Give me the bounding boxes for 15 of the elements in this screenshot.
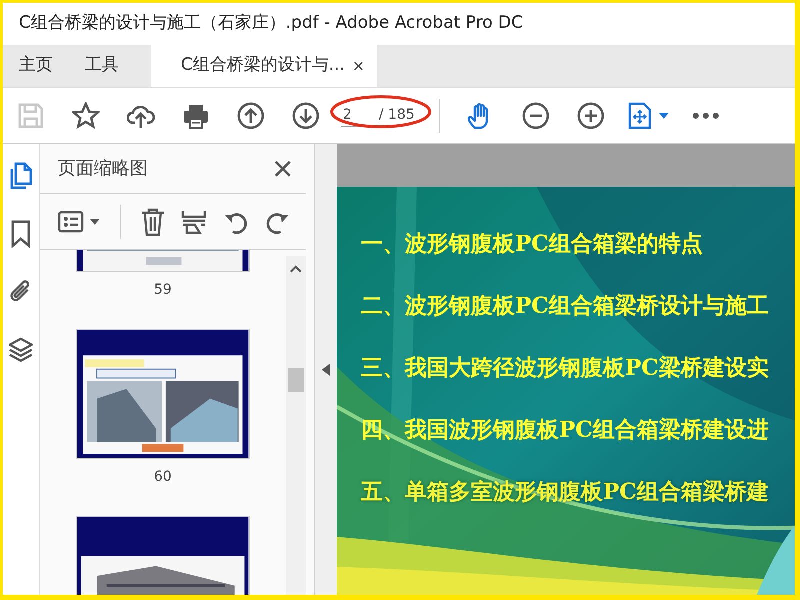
slide-heading: 四、我国波形钢腹板PC组合箱梁桥建设进 (361, 419, 770, 441)
page-count: / 185 (379, 106, 415, 125)
page-number: 59 (154, 281, 172, 300)
page-number-field[interactable]: 2 (341, 104, 371, 126)
tab[interactable]: 工具 (69, 45, 135, 87)
tab[interactable]: 主页 (3, 45, 69, 87)
slide-heading: 五、单箱多室波形钢腹板PC组合箱梁桥建 (361, 481, 770, 503)
tab[interactable]: C组合桥梁的设计与... × (151, 45, 377, 87)
page-number: 60 (154, 468, 172, 487)
panel-title: 页面缩略图 (58, 157, 148, 181)
slide-heading: 三、我国大跨径波形钢腹板PC梁桥建设实 (361, 357, 770, 379)
slide-heading: 一、波形钢腹板PC组合箱梁的特点 (361, 233, 704, 255)
close-tab-button[interactable]: × (352, 54, 365, 78)
window-title: C组合桥梁的设计与施工（石家庄）.pdf - Adobe Acrobat Pro DC (19, 12, 524, 36)
slide-heading: 二、波形钢腹板PC组合箱梁桥设计与施工 (361, 295, 770, 317)
